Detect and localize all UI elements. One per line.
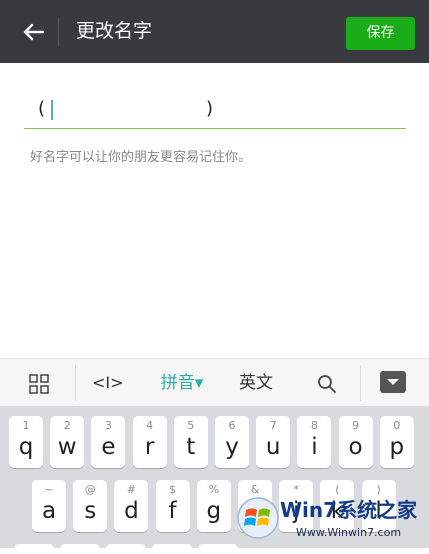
key-label: y xyxy=(225,434,239,460)
key-secondary-label: # xyxy=(126,483,136,496)
key-label: q xyxy=(18,434,34,460)
cursor-move-icon[interactable]: <I> xyxy=(92,359,124,407)
keyboard-keys: 1q2w3e4r5t6y7u8i9o0p ~ a @ s # d $ f% g & h * j(k) l xyxy=(0,406,429,554)
key-label: k xyxy=(330,498,345,524)
top-bar: 更改名字 保存 xyxy=(0,0,429,63)
key-partial[interactable] xyxy=(106,544,146,554)
key-k[interactable]: (k xyxy=(320,480,355,532)
hint-text: 好名字可以让你的朋友更容易记住你。 xyxy=(30,150,252,165)
key-t[interactable]: 5t xyxy=(173,416,208,468)
key-partial[interactable] xyxy=(60,544,100,554)
key-l[interactable]: ) l xyxy=(361,480,396,532)
save-button[interactable]: 保存 xyxy=(346,17,415,50)
key-label: j xyxy=(292,498,300,524)
key-label: p xyxy=(389,434,405,460)
key-s[interactable]: @ s xyxy=(73,480,108,532)
key-g[interactable]: % g xyxy=(196,480,231,532)
header-divider xyxy=(58,18,59,46)
key-o[interactable]: 9o xyxy=(338,416,373,468)
key-i[interactable]: 8i xyxy=(297,416,332,468)
key-secondary-label: % xyxy=(208,483,220,496)
key-p[interactable]: 0p xyxy=(379,416,414,468)
key-label: f xyxy=(168,498,177,524)
key-label: t xyxy=(186,434,196,460)
key-r[interactable]: 4r xyxy=(132,416,167,468)
page-title: 更改名字 xyxy=(76,20,153,42)
key-u[interactable]: 7u xyxy=(256,416,291,468)
input-paren-right: ) xyxy=(206,98,214,119)
english-mode-button[interactable]: 英文 xyxy=(230,359,282,407)
key-secondary-label: * xyxy=(293,483,299,496)
key-label: s xyxy=(84,498,97,524)
key-y[interactable]: 6y xyxy=(215,416,249,468)
keyboard-collapse-icon[interactable] xyxy=(380,371,406,393)
key-q[interactable]: 1q xyxy=(9,416,43,468)
key-secondary-label: ~ xyxy=(44,483,54,496)
key-label: l xyxy=(375,498,382,524)
key-e[interactable]: 3e xyxy=(91,416,126,468)
key-secondary-label: ) xyxy=(376,483,381,496)
key-secondary-label: 8 xyxy=(310,419,318,432)
toolbar-divider xyxy=(75,365,76,401)
key-label: a xyxy=(41,498,57,524)
key-label: u xyxy=(265,434,281,460)
text-caret xyxy=(51,100,53,120)
key-partial[interactable] xyxy=(14,544,54,554)
keyboard-toolbar: <I> 拼音▾ 英文 xyxy=(0,358,429,407)
key-f[interactable]: $ f xyxy=(155,480,190,532)
key-label: d xyxy=(124,498,139,524)
key-label: e xyxy=(101,434,116,460)
key-secondary-label: 2 xyxy=(63,419,71,432)
toolbar-divider xyxy=(360,365,361,401)
key-h[interactable]: & h xyxy=(238,480,272,532)
input-paren-left: ( xyxy=(38,98,46,119)
key-a[interactable]: ~ a xyxy=(32,480,66,532)
search-icon[interactable] xyxy=(312,359,342,407)
key-w[interactable]: 2w xyxy=(50,416,85,468)
key-secondary-label: 5 xyxy=(187,419,195,432)
key-secondary-label: & xyxy=(250,483,260,496)
key-partial[interactable] xyxy=(198,544,238,554)
key-secondary-label: 0 xyxy=(393,419,401,432)
key-secondary-label: ( xyxy=(335,483,340,496)
key-secondary-label: 1 xyxy=(22,419,30,432)
key-secondary-label: $ xyxy=(169,483,177,496)
key-secondary-label: 3 xyxy=(104,419,112,432)
back-arrow-icon[interactable] xyxy=(22,23,44,41)
key-secondary-label: 9 xyxy=(352,419,360,432)
name-input[interactable]: ( ) xyxy=(24,90,406,129)
pinyin-mode-button[interactable]: 拼音▾ xyxy=(152,359,212,407)
key-secondary-label: @ xyxy=(84,483,96,496)
key-label: g xyxy=(206,498,222,524)
key-j[interactable]: * j xyxy=(279,480,314,532)
key-label: o xyxy=(348,434,363,460)
key-label: w xyxy=(57,434,77,460)
key-secondary-label: 7 xyxy=(269,419,277,432)
key-partial[interactable] xyxy=(152,544,192,554)
key-secondary-label: 4 xyxy=(146,419,154,432)
key-label: i xyxy=(311,434,318,460)
key-d[interactable]: # d xyxy=(114,480,149,532)
key-label: r xyxy=(144,434,155,460)
grid-menu-icon[interactable] xyxy=(18,359,60,407)
key-label: h xyxy=(247,498,263,524)
key-secondary-label: 6 xyxy=(228,419,236,432)
